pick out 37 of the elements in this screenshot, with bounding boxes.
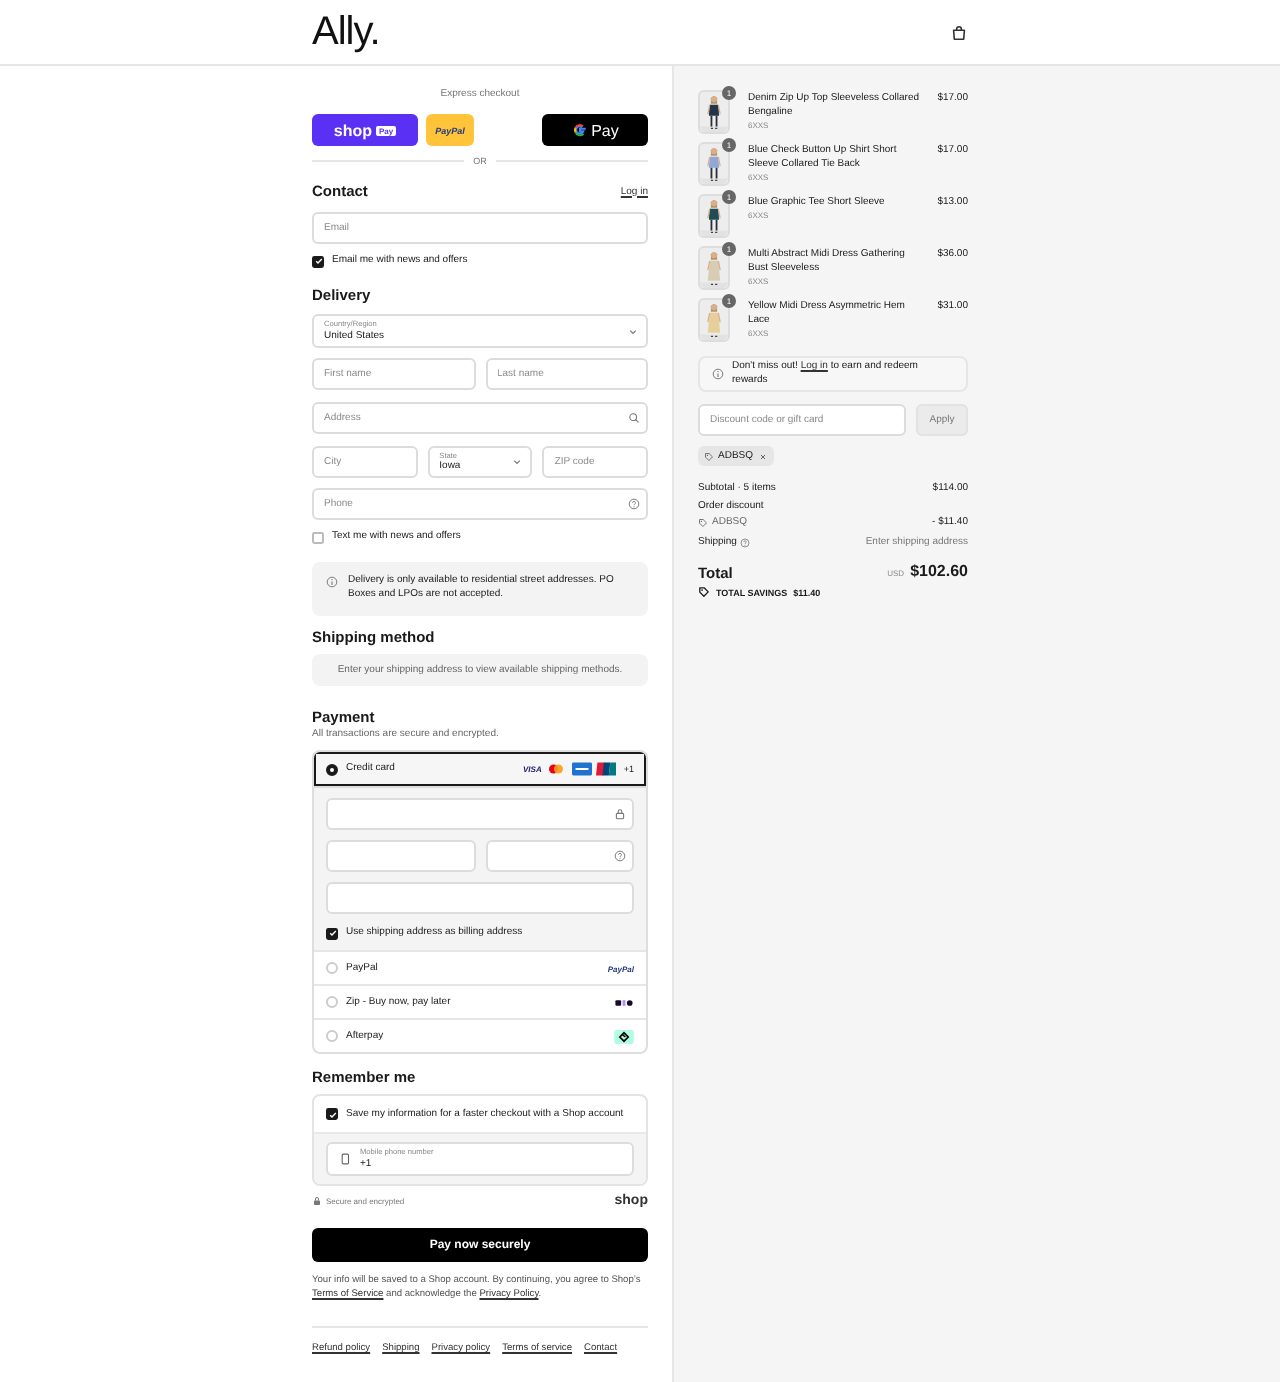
total-value: $102.60 bbox=[910, 562, 968, 581]
card-logo-icon bbox=[571, 762, 592, 776]
bag-icon bbox=[950, 23, 968, 41]
help-icon bbox=[614, 850, 626, 862]
checkbox[interactable] bbox=[312, 531, 324, 543]
info-icon bbox=[326, 575, 338, 587]
help-icon bbox=[740, 537, 751, 548]
input-field[interactable] bbox=[485, 840, 634, 872]
caret-icon bbox=[510, 455, 525, 469]
caret-icon bbox=[626, 324, 640, 338]
logo[interactable]: Ally. bbox=[312, 10, 380, 54]
check-icon bbox=[327, 1109, 337, 1119]
input-field[interactable] bbox=[326, 798, 634, 830]
check-icon bbox=[313, 256, 323, 266]
input-field[interactable] bbox=[326, 840, 475, 872]
wallet-pay-button[interactable]: Pay bbox=[542, 114, 648, 146]
checkbox[interactable] bbox=[326, 927, 338, 939]
search-icon bbox=[628, 412, 640, 424]
tag-icon bbox=[698, 586, 710, 598]
brand-logo-icon bbox=[614, 997, 634, 1007]
checkbox[interactable] bbox=[312, 255, 324, 267]
close-icon bbox=[757, 451, 768, 461]
card-logo-icon bbox=[596, 762, 617, 776]
help-icon bbox=[628, 498, 640, 510]
lock-icon bbox=[614, 808, 626, 820]
lock-icon bbox=[312, 1196, 322, 1206]
circles-logo-icon bbox=[546, 762, 567, 776]
arrows-badge-icon bbox=[614, 1029, 634, 1043]
phone-icon bbox=[338, 1152, 352, 1166]
check-icon bbox=[327, 928, 337, 938]
info-icon bbox=[712, 368, 724, 380]
ring-icon bbox=[571, 122, 588, 138]
checkbox[interactable] bbox=[326, 1108, 338, 1120]
tag-icon bbox=[704, 451, 714, 461]
radio-button[interactable] bbox=[326, 763, 338, 775]
tag-icon bbox=[698, 518, 708, 529]
input-field[interactable] bbox=[326, 882, 634, 914]
